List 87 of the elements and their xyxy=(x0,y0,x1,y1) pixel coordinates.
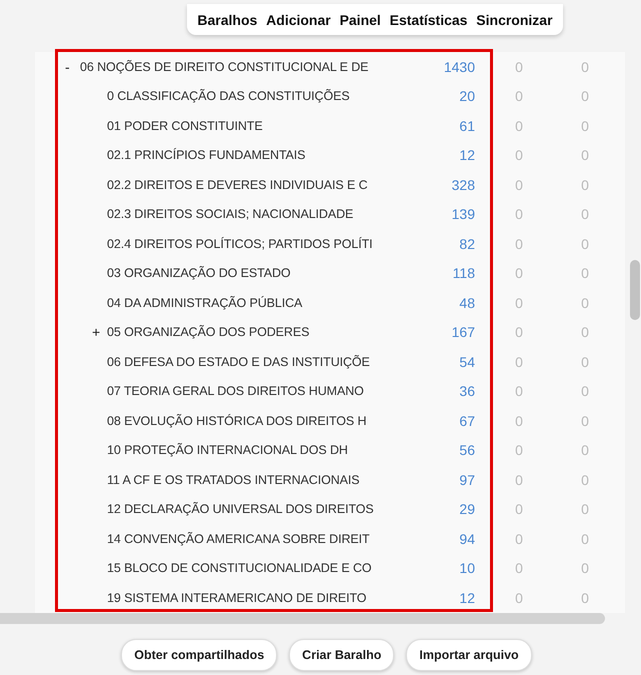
count-cell-text: 0 xyxy=(580,236,590,252)
count-cell-text: 0 xyxy=(514,472,524,488)
count-cell-text: 0 xyxy=(514,354,524,370)
menu-link[interactable]: Estatísticas xyxy=(390,12,468,28)
count-cell-text: 0 xyxy=(514,383,524,400)
count-cell-text: 0 xyxy=(514,442,524,458)
count-cell-text: 0 xyxy=(580,383,590,400)
expand-toggle[interactable]: - xyxy=(65,58,70,75)
count-cell-text: 94 xyxy=(458,530,475,547)
deck-name[interactable]: 04 DA ADMINISTRAÇÃO PÚBLICA xyxy=(107,296,302,310)
count-cell-text: 67 xyxy=(458,412,475,429)
horizontal-scrollbar[interactable] xyxy=(0,612,605,624)
count-cell-text: 0 xyxy=(580,265,590,282)
deck-name[interactable]: 02.3 DIREITOS SOCIAIS; NACIONALIDADE xyxy=(107,207,354,222)
count-cell-text: 328 xyxy=(450,176,475,193)
count-cell-text: 0 xyxy=(580,206,590,222)
count-cell-text: 48 xyxy=(458,294,475,311)
count-cell-text: 0 xyxy=(514,265,524,282)
action-button[interactable]: Obter compartilhados xyxy=(121,638,278,670)
menu-link[interactable]: Sincronizar xyxy=(476,12,553,28)
count-cell-text: 0 xyxy=(514,118,524,134)
deck-name[interactable]: 02.1 PRINCÍPIOS FUNDAMENTAIS xyxy=(107,148,306,162)
count-cell-text: 0 xyxy=(580,58,590,75)
count-cell-text: 0 xyxy=(580,354,590,370)
count-cell-text: 10 xyxy=(458,560,475,576)
deck-name[interactable]: 10 PROTEÇÃO INTERNACIONAL DOS DH xyxy=(107,443,348,458)
count-cell-text: 139 xyxy=(450,206,475,222)
count-cell-text: 0 xyxy=(580,472,590,488)
deck-name[interactable]: 11 A CF E OS TRATADOS INTERNACIONAIS xyxy=(107,472,360,487)
menu-link[interactable]: Painel xyxy=(340,12,381,28)
count-cell-text: 0 xyxy=(580,88,590,104)
count-cell-text: 0 xyxy=(580,176,590,193)
count-cell-text: 0 xyxy=(514,590,524,606)
count-cell-text: 0 xyxy=(580,560,590,576)
count-cell-text: 0 xyxy=(514,147,524,164)
count-cell-text: 20 xyxy=(458,88,475,104)
count-cell-text: 0 xyxy=(514,324,524,340)
count-cell-text: 56 xyxy=(458,442,475,458)
count-cell-text: 0 xyxy=(514,176,524,193)
deck-name[interactable]: 05 ORGANIZAÇÃO DOS PODERES xyxy=(107,325,310,340)
deck-name[interactable]: 15 BLOCO DE CONSTITUCIONALIDADE E CO xyxy=(107,561,372,576)
count-cell-text: 0 xyxy=(514,560,524,576)
count-cell-text: 0 xyxy=(514,294,524,311)
count-cell-text: 36 xyxy=(458,383,475,400)
deck-name[interactable]: 03 ORGANIZAÇÃO DO ESTADO xyxy=(107,266,291,280)
deck-name[interactable]: 12 DECLARAÇÃO UNIVERSAL DOS DIREITOS xyxy=(107,502,374,516)
count-cell-text: 0 xyxy=(514,58,524,75)
count-cell-text: 0 xyxy=(580,118,590,134)
count-cell-text: 0 xyxy=(514,88,524,104)
count-cell-text: 0 xyxy=(514,206,524,222)
expand-toggle[interactable]: + xyxy=(92,324,100,340)
count-cell-text: 0 xyxy=(514,501,524,518)
deck-name[interactable]: 0 CLASSIFICAÇÃO DAS CONSTITUIÇÕES xyxy=(107,89,350,104)
deck-name[interactable]: 19 SISTEMA INTERAMERICANO DE DIREITO xyxy=(107,590,366,605)
count-cell-text: 0 xyxy=(580,324,590,340)
deck-name[interactable]: 02.4 DIREITOS POLÍTICOS; PARTIDOS POLÍTI xyxy=(107,236,373,251)
count-cell-text: 0 xyxy=(580,412,590,429)
count-cell-text: 0 xyxy=(580,501,590,518)
count-cell-text: 82 xyxy=(458,236,475,252)
count-cell-text: 0 xyxy=(580,590,590,606)
count-cell-text: 0 xyxy=(580,442,590,458)
deck-name[interactable]: 01 PODER CONSTITUINTE xyxy=(107,118,263,133)
menu-link[interactable]: Baralhos xyxy=(197,12,258,28)
deck-name[interactable]: 08 EVOLUÇÃO HISTÓRICA DOS DIREITOS H xyxy=(107,414,366,428)
deck-name[interactable]: 07 TEORIA GERAL DOS DIREITOS HUMANO xyxy=(107,384,364,398)
count-cell-text: 0 xyxy=(514,236,524,252)
count-cell-text: 167 xyxy=(450,324,475,340)
count-cell-text: 1430 xyxy=(442,58,475,75)
count-cell-text: 0 xyxy=(514,530,524,547)
deck-name[interactable]: 02.2 DIREITOS E DEVERES INDIVIDUAIS E C xyxy=(107,178,368,192)
count-cell-text: 0 xyxy=(580,147,590,164)
count-cell-text: 118 xyxy=(452,265,475,282)
count-cell-text: 61 xyxy=(458,118,475,134)
deck-name[interactable]: 06 DEFESA DO ESTADO E DAS INSTITUIÇÕE xyxy=(107,354,370,369)
count-cell-text: 0 xyxy=(514,412,524,429)
count-cell-text: 54 xyxy=(458,354,475,370)
count-cell-text: 0 xyxy=(580,294,590,311)
menu-link[interactable]: Adicionar xyxy=(266,12,331,28)
count-cell-text: 29 xyxy=(458,501,475,518)
count-cell-text: 12 xyxy=(458,147,475,164)
deck-name[interactable]: 14 CONVENÇÃO AMERICANA SOBRE DIREIT xyxy=(107,532,370,546)
action-button[interactable]: Criar Baralho xyxy=(289,638,394,670)
count-cell-text: 0 xyxy=(580,530,590,547)
action-button[interactable]: Importar arquivo xyxy=(406,638,532,670)
count-cell-text: 97 xyxy=(458,472,475,488)
deck-name[interactable]: 06 NOÇÕES DE DIREITO CONSTITUCIONAL E DE xyxy=(80,60,368,74)
count-cell-text: 12 xyxy=(458,590,475,606)
